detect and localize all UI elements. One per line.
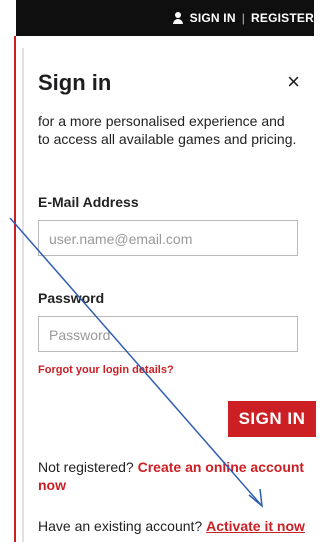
forgot-login-link[interactable]: Forgot your login details? [38,364,174,376]
sign-in-panel: Sign in × for a more personalised experi… [22,48,316,542]
existing-account-text: Have an existing account? [38,518,203,534]
close-icon[interactable]: × [287,70,300,94]
password-label: Password [38,290,105,306]
email-field[interactable]: user.name@email.com [38,220,298,256]
panel-title: Sign in [38,70,112,95]
sign-in-link[interactable]: SIGN IN [190,11,236,25]
accent-line [14,36,16,542]
user-icon [172,12,184,24]
registration-prompt: Not registered? Create an online account… [38,458,308,494]
divider: | [241,11,246,25]
account-links: SIGN IN | REGISTER [172,11,314,25]
sign-in-button[interactable]: SIGN IN [228,401,316,437]
top-bar: SIGN IN | REGISTER [16,0,314,36]
password-field[interactable]: Password [38,316,298,352]
activate-link[interactable]: Activate it now [206,518,305,534]
panel-subtitle: for a more personalised experience and t… [38,113,297,147]
title-row: Sign in × [38,70,300,100]
register-link[interactable]: REGISTER [251,11,314,25]
email-label: E-Mail Address [38,194,139,210]
left-edge [0,0,16,542]
activation-prompt: Have an existing account? Activate it no… [38,518,305,534]
not-registered-text: Not registered? [38,459,134,475]
